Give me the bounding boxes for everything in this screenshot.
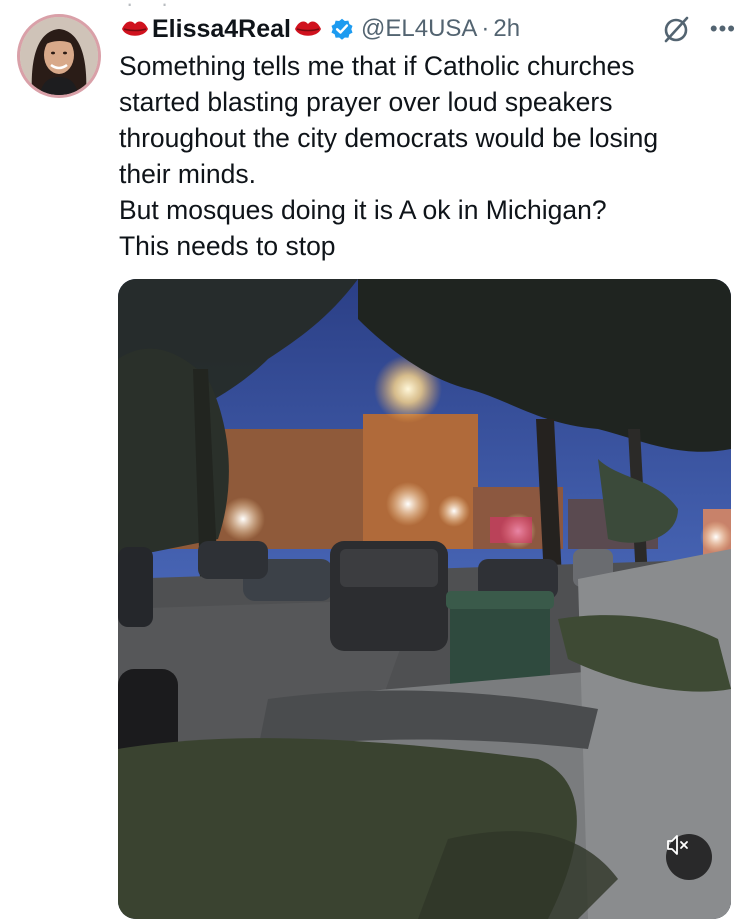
tweet-text-line: This needs to stop: [119, 231, 336, 261]
tweet-text-line: started blasting prayer over loud speake…: [119, 87, 613, 117]
tweet-text-line: their minds.: [119, 159, 256, 189]
kiss-mark-icon: [295, 21, 321, 36]
muted-speaker-icon: [667, 835, 688, 855]
tweet-text-line: Something tells me that if Catholic chur…: [119, 51, 635, 81]
tweet-text: Something tells me that if Catholic chur…: [119, 48, 739, 264]
avatar[interactable]: [17, 14, 101, 98]
header-actions: •••: [660, 12, 736, 46]
tweet-text-line: But mosques doing it is A ok in Michigan…: [119, 195, 607, 225]
user-handle[interactable]: @EL4USA: [361, 15, 477, 43]
tweet-header: Elissa4Real @EL4USA · 2h •••: [120, 12, 736, 46]
timestamp[interactable]: 2h: [493, 15, 520, 43]
separator-dot: ·: [481, 15, 490, 42]
video-frame: [118, 279, 731, 919]
mute-toggle-button[interactable]: [666, 834, 712, 880]
display-name[interactable]: Elissa4Real: [152, 15, 291, 44]
video-player[interactable]: [118, 279, 731, 919]
more-options-icon[interactable]: •••: [710, 16, 736, 42]
kiss-mark-icon: [122, 21, 148, 36]
avatar-image: [20, 17, 98, 95]
grok-icon[interactable]: [660, 13, 692, 45]
tweet-text-line: throughout the city democrats would be l…: [119, 123, 659, 153]
verified-badge-icon[interactable]: [329, 16, 355, 42]
